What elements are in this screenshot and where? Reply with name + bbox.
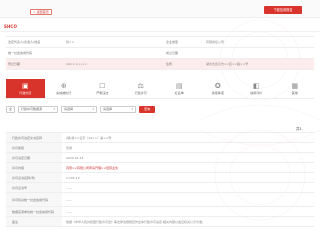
scale-icon: ⚖: [137, 82, 144, 90]
filter-select-year[interactable]: 请选择 ▾: [100, 105, 136, 113]
detail-value: 普通: [66, 145, 73, 150]
detail-row: 许可内容 同意××有限公司申请开展××经营业务: [6, 163, 314, 173]
tab-label: 红名单: [174, 91, 184, 95]
filter-select-all[interactable]: 全: [6, 105, 15, 113]
detail-row: 许可证书号 ——: [6, 183, 314, 193]
detail-label: 行政许可决定文书名称: [6, 133, 62, 142]
info-label: 企业类型: [166, 40, 179, 44]
search-button[interactable]: 查询: [139, 105, 155, 113]
detail-row: 许可证书名称(号) 3,795-19: [6, 173, 314, 183]
detail-value: ——: [66, 197, 72, 202]
info-label: 成立日期: [166, 51, 179, 55]
filter-select-source[interactable]: 行政许可数据源 ▾: [18, 105, 58, 113]
company-info-table: 法定代表人(负责人)姓名 张×× 企业类型 有限责任公司 统一社会信用代码 成立…: [6, 36, 314, 70]
detail-label: 许可类别: [6, 143, 62, 152]
filter-value: 请选择: [64, 107, 74, 111]
tab-label: 严重违法: [96, 91, 109, 95]
brand-logo: SHCO: [4, 24, 17, 29]
info-label: 法定代表人(负责人)姓名: [8, 40, 41, 44]
tab-dishonest[interactable]: ⊕ 失信被执行: [45, 79, 84, 98]
grid-icon: ▦: [291, 82, 299, 90]
detail-row: 行政许可决定文书名称 (鄂)新××证字〔20××〕第××号: [6, 133, 314, 143]
download-report-button[interactable]: 下载信用报告: [264, 6, 302, 14]
back-home-button[interactable]: < 返回首页: [30, 9, 52, 15]
detail-label: 许可机关统一社会信用代码: [6, 193, 62, 206]
info-value: 19××-××-××: [66, 62, 88, 66]
result-count: 共1: [296, 127, 302, 131]
detail-row: 许可类别 普通: [6, 143, 314, 153]
info-row: 登记日期 19××-××-×× 住所 湖北省武汉市××区××路××号: [6, 59, 314, 70]
tab-red-list[interactable]: ▤ 红名单: [160, 79, 199, 98]
detail-label: 许可证书号: [6, 183, 62, 192]
chart-icon: ◧: [252, 82, 260, 90]
tab-label: 行政许可: [134, 91, 147, 95]
detail-row: 许可决定日期 2020-01-13: [6, 153, 314, 163]
info-label: 统一社会信用代码: [8, 51, 33, 55]
detail-value: 同意××有限公司申请开展××经营业务: [66, 165, 119, 170]
detail-value: 3,795-19: [66, 175, 80, 180]
detail-label: 许可证书名称(号): [6, 173, 62, 182]
document-icon: ▤: [175, 82, 183, 90]
category-tabs: ▣ 行政处罚 ⊕ 失信被执行 ☐ 严重违法 ⚖ 行政许可 ▤ 红名单 ✪ 信用承…: [6, 79, 314, 99]
detail-row: 备注 依据《中华人民共和国行政许可法》等法律法规规定作出本行政许可决定,相关内容…: [6, 217, 314, 227]
filter-value: 全: [9, 107, 13, 111]
info-value: 张××: [66, 40, 75, 44]
tab-credit-evaluation[interactable]: ◧ 信用评价: [237, 79, 276, 98]
detail-row: 数据来源单位统一社会信用代码 ——: [6, 207, 314, 217]
filter-bar: 全 行政许可数据源 ▾ 请选择 ▾ 请选择 ▾ 查询: [6, 104, 314, 114]
tab-other[interactable]: ▦ 其他: [276, 79, 315, 98]
detail-value: ——: [66, 185, 72, 190]
top-bar: < 返回首页 下载信用报告: [0, 0, 320, 18]
info-value: 湖北省武汉市××区××路××号: [206, 62, 249, 66]
certificate-icon: ✪: [214, 82, 221, 90]
clipboard-icon: ☐: [99, 82, 106, 90]
tab-label: 行政处罚: [19, 91, 32, 95]
detail-value: (鄂)新××证字〔20××〕第××号: [66, 135, 112, 140]
detail-label: 许可内容: [6, 163, 62, 172]
tab-administrative-penalty[interactable]: ▣ 行政处罚: [6, 79, 45, 98]
building-icon: ▣: [21, 82, 29, 90]
info-label: 住所: [166, 62, 173, 66]
detail-value: 依据《中华人民共和国行政许可法》等法律法规规定作出本行政许可决定,相关内容以发证…: [66, 219, 205, 224]
cart-icon: ⊕: [60, 82, 67, 90]
chevron-down-icon: ▾: [53, 107, 55, 111]
tab-label: 其他: [291, 91, 298, 95]
info-label: 登记日期: [8, 62, 21, 66]
tab-label: 失信被执行: [56, 91, 72, 95]
info-row: 统一社会信用代码 成立日期: [6, 48, 314, 59]
detail-value: 2020-01-13: [66, 155, 84, 160]
brand-divider: [0, 31, 320, 32]
license-detail-table: 行政许可决定文书名称 (鄂)新××证字〔20××〕第××号 许可类别 普通 许可…: [6, 132, 314, 227]
detail-label: 许可决定日期: [6, 153, 62, 162]
tab-label: 信用评价: [250, 91, 263, 95]
chevron-down-icon: ▾: [131, 107, 133, 111]
detail-value: ——: [66, 209, 72, 214]
detail-label: 备注: [6, 217, 62, 226]
chevron-down-icon: ▾: [92, 107, 94, 111]
tab-label: 信用承诺: [211, 91, 224, 95]
filter-select-type[interactable]: 请选择 ▾: [61, 105, 97, 113]
info-row: 法定代表人(负责人)姓名 张×× 企业类型 有限责任公司: [6, 37, 314, 48]
detail-label: 数据来源单位统一社会信用代码: [6, 207, 62, 216]
info-value: 有限责任公司: [206, 40, 225, 44]
filter-value: 行政许可数据源: [21, 107, 43, 111]
tab-serious-violation[interactable]: ☐ 严重违法: [83, 79, 122, 98]
tab-administrative-license[interactable]: ⚖ 行政许可: [122, 79, 161, 98]
detail-row: 许可机关统一社会信用代码 ——: [6, 193, 314, 207]
filter-value: 请选择: [103, 107, 113, 111]
tab-credit-commitment[interactable]: ✪ 信用承诺: [199, 79, 238, 98]
